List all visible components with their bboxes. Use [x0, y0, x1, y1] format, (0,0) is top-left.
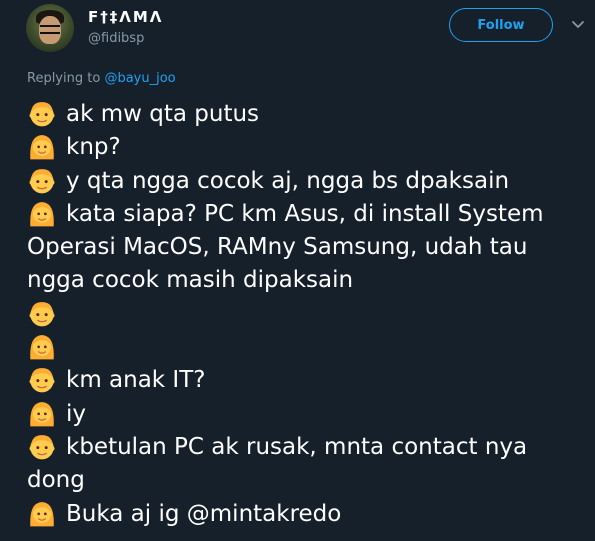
tweet-line-text: Operasi MacOS, RAMny Samsung, udah tau — [27, 234, 528, 261]
girl-emoji — [27, 331, 57, 361]
girl-emoji — [27, 198, 57, 228]
tweet-line: knp? — [27, 131, 587, 164]
tweet-line: kbetulan PC ak rusak, mnta contact nya — [27, 431, 587, 464]
tweet-line: ak mw qta putus — [27, 98, 587, 131]
tweet-line-text: kata siapa? PC km Asus, di install Syste… — [66, 200, 544, 227]
tweet-line: y qta ngga cocok aj, ngga bs dpaksain — [27, 165, 587, 198]
boy-emoji — [27, 431, 57, 461]
tweet-line: iy — [27, 398, 587, 431]
boy-emoji — [27, 98, 57, 128]
tweet-line — [27, 331, 587, 364]
tweet-line-text: knp? — [66, 134, 121, 161]
boy-emoji — [27, 364, 57, 394]
replying-to: Replying to @bayu_joo — [27, 71, 176, 86]
tweet-text: ak mw qta putus knp? y qta ngga cocok aj, … — [27, 98, 587, 531]
avatar[interactable] — [26, 4, 74, 52]
mention-link[interactable]: @bayu_joo — [104, 71, 175, 86]
tweet-line-text: dong — [27, 467, 85, 494]
tweet-line — [27, 298, 587, 331]
girl-emoji — [27, 131, 57, 161]
tweet-line: Operasi MacOS, RAMny Samsung, udah tau — [27, 231, 587, 264]
boy-emoji — [27, 165, 57, 195]
display-name[interactable]: F†‡ɅMΛ — [88, 8, 163, 26]
tweet-line-text: y qta ngga cocok aj, ngga bs dpaksain — [66, 167, 510, 194]
tweet-line: km anak IT? — [27, 364, 587, 397]
tweet-line-text: ak mw qta putus — [66, 101, 260, 127]
tweet-line-text: Buka aj ig @mintakredo — [66, 500, 342, 527]
tweet-line-text: ngga cocok masih dipaksain — [27, 267, 354, 294]
chevron-down-icon[interactable] — [569, 15, 587, 33]
tweet-line-text: iy — [66, 400, 87, 427]
tweet-line: kata siapa? PC km Asus, di install Syste… — [27, 198, 587, 231]
boy-emoji — [27, 298, 57, 328]
handle[interactable]: @fidibsp — [88, 31, 144, 46]
replying-prefix: Replying to — [27, 71, 105, 86]
tweet-line: ngga cocok masih dipaksain — [27, 264, 587, 297]
tweet-line: Buka aj ig @mintakredo — [27, 498, 587, 531]
girl-emoji — [27, 398, 57, 428]
tweet-line-text: km anak IT? — [66, 367, 206, 394]
follow-button[interactable]: Follow — [449, 8, 553, 42]
tweet-line: dong — [27, 464, 587, 497]
tweet-line-text: kbetulan PC ak rusak, mnta contact nya — [66, 433, 528, 460]
girl-emoji — [27, 498, 57, 528]
